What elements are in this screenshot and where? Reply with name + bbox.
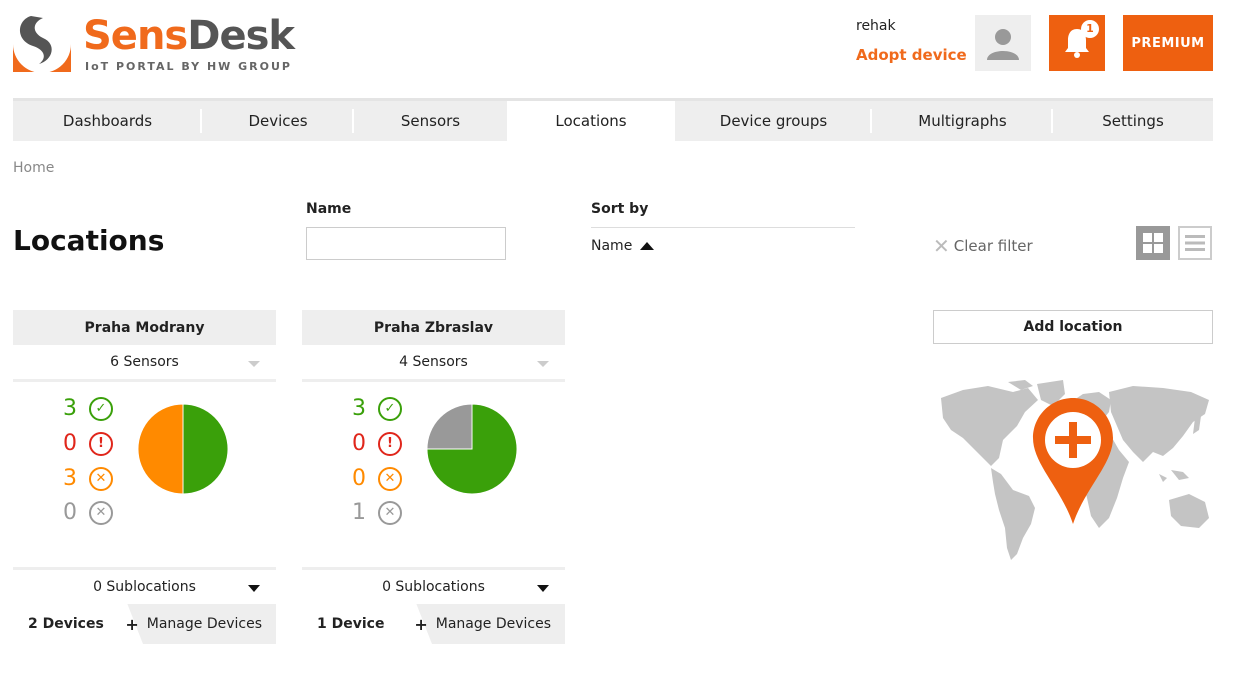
- tab-sensors[interactable]: Sensors: [354, 101, 507, 141]
- status-pie-chart: [138, 404, 228, 494]
- offline-count: 0: [63, 500, 77, 525]
- plus-icon: +: [125, 614, 139, 634]
- warning-status-row: 0 ✕: [352, 466, 402, 491]
- page-title: Locations: [13, 224, 165, 257]
- sort-by-name-button[interactable]: Name: [591, 238, 655, 254]
- devices-count-tab[interactable]: 1 Device: [302, 604, 432, 644]
- sensors-count: 6 Sensors: [110, 354, 179, 370]
- check-icon: ✓: [378, 396, 402, 421]
- sensdesk-logo[interactable]: SensDesk IoT PORTAL BY HW GROUP: [13, 14, 303, 74]
- list-icon: [1185, 235, 1205, 251]
- chevron-down-icon: [248, 361, 260, 367]
- sensors-dropdown[interactable]: 4 Sensors: [302, 345, 565, 382]
- main-nav-tabs: Dashboards Devices Sensors Locations Dev…: [13, 98, 1213, 141]
- plus-icon: +: [414, 614, 428, 634]
- adopt-device-link[interactable]: Adopt device: [856, 46, 967, 64]
- warning-x-icon: ✕: [378, 466, 402, 491]
- chevron-down-icon: [537, 361, 549, 367]
- clear-filter-button[interactable]: ✕ Clear filter: [933, 234, 1033, 258]
- logo-mark-icon: [13, 16, 71, 72]
- alarm-count: 0: [63, 431, 77, 456]
- chevron-down-icon: [537, 585, 549, 592]
- warning-count: 0: [352, 466, 366, 491]
- location-name[interactable]: Praha Modrany: [13, 310, 276, 345]
- warning-x-icon: ✕: [89, 466, 113, 491]
- tab-multigraphs[interactable]: Multigraphs: [872, 101, 1053, 141]
- sort-by-label: Sort by: [591, 201, 649, 217]
- alarm-status-row: 0 !: [63, 431, 113, 456]
- breadcrumb-home[interactable]: Home: [13, 160, 54, 176]
- card-footer: 1 Device + Manage Devices: [302, 604, 565, 644]
- warning-status-row: 3 ✕: [63, 466, 113, 491]
- check-icon: ✓: [89, 396, 113, 421]
- location-status-summary: 3 ✓ 0 ! 3 ✕ 0 ✕: [13, 382, 276, 567]
- sublocations-dropdown[interactable]: 0 Sublocations: [13, 567, 276, 604]
- add-location-button[interactable]: Add location: [933, 310, 1213, 344]
- notifications-button[interactable]: 1: [1049, 15, 1105, 71]
- name-filter-input[interactable]: [306, 227, 506, 260]
- logo-tagline: IoT PORTAL BY HW GROUP: [85, 60, 292, 73]
- location-card: Praha Zbraslav 4 Sensors 3 ✓ 0 ! 0 ✕ 1 ✕…: [302, 310, 565, 644]
- location-name[interactable]: Praha Zbraslav: [302, 310, 565, 345]
- sensors-count: 4 Sensors: [399, 354, 468, 370]
- manage-devices-label: Manage Devices: [435, 616, 551, 632]
- pie-slice-warning: [138, 404, 184, 494]
- sensors-dropdown[interactable]: 6 Sensors: [13, 345, 276, 382]
- manage-devices-button[interactable]: + Manage Devices: [414, 604, 551, 644]
- pie-slice-ok: [182, 404, 228, 494]
- premium-button[interactable]: PREMIUM: [1123, 15, 1213, 71]
- sort-by-divider: [591, 227, 855, 228]
- card-footer: 2 Devices + Manage Devices: [13, 604, 276, 644]
- ok-count: 3: [63, 396, 77, 421]
- ok-count: 3: [352, 396, 366, 421]
- name-filter-label: Name: [306, 201, 352, 217]
- tab-dashboards[interactable]: Dashboards: [13, 101, 202, 141]
- grid-view-button[interactable]: [1136, 226, 1170, 260]
- user-icon: [987, 29, 1019, 60]
- sublocations-count: 0 Sublocations: [93, 579, 196, 595]
- clear-filter-label: Clear filter: [953, 237, 1033, 255]
- user-profile-button[interactable]: [975, 15, 1031, 71]
- ok-status-row: 3 ✓: [352, 396, 402, 421]
- ok-status-row: 3 ✓: [63, 396, 113, 421]
- list-view-button[interactable]: [1178, 226, 1212, 260]
- manage-devices-button[interactable]: + Manage Devices: [125, 604, 262, 644]
- sort-field-label: Name: [591, 238, 633, 254]
- tab-device-groups[interactable]: Device groups: [675, 101, 872, 141]
- sublocations-dropdown[interactable]: 0 Sublocations: [302, 567, 565, 604]
- warning-count: 3: [63, 466, 77, 491]
- tab-devices[interactable]: Devices: [202, 101, 354, 141]
- sort-ascending-icon: [640, 242, 655, 250]
- alarm-status-row: 0 !: [352, 431, 402, 456]
- grid-icon: [1143, 233, 1163, 253]
- notification-count-badge: 1: [1081, 20, 1099, 38]
- exclamation-icon: !: [89, 431, 113, 456]
- exclamation-icon: !: [378, 431, 402, 456]
- logo-wordmark: SensDesk: [83, 13, 295, 59]
- offline-count: 1: [352, 500, 366, 525]
- location-card: Praha Modrany 6 Sensors 3 ✓ 0 ! 3 ✕ 0 ✕ …: [13, 310, 276, 644]
- tab-settings[interactable]: Settings: [1053, 101, 1213, 141]
- tab-locations[interactable]: Locations: [507, 101, 675, 141]
- offline-x-icon: ✕: [378, 500, 402, 525]
- status-pie-chart: [427, 404, 517, 494]
- chevron-down-icon: [248, 585, 260, 592]
- offline-status-row: 0 ✕: [63, 500, 113, 525]
- username: rehak: [856, 18, 896, 34]
- alarm-count: 0: [352, 431, 366, 456]
- sublocations-count: 0 Sublocations: [382, 579, 485, 595]
- location-status-summary: 3 ✓ 0 ! 0 ✕ 1 ✕: [302, 382, 565, 567]
- devices-count-tab[interactable]: 2 Devices: [13, 604, 143, 644]
- manage-devices-label: Manage Devices: [146, 616, 262, 632]
- world-map-add-location-icon[interactable]: [933, 378, 1213, 563]
- pie-slice-offline: [427, 404, 473, 450]
- offline-status-row: 1 ✕: [352, 500, 402, 525]
- offline-x-icon: ✕: [89, 500, 113, 525]
- close-icon: ✕: [933, 234, 950, 258]
